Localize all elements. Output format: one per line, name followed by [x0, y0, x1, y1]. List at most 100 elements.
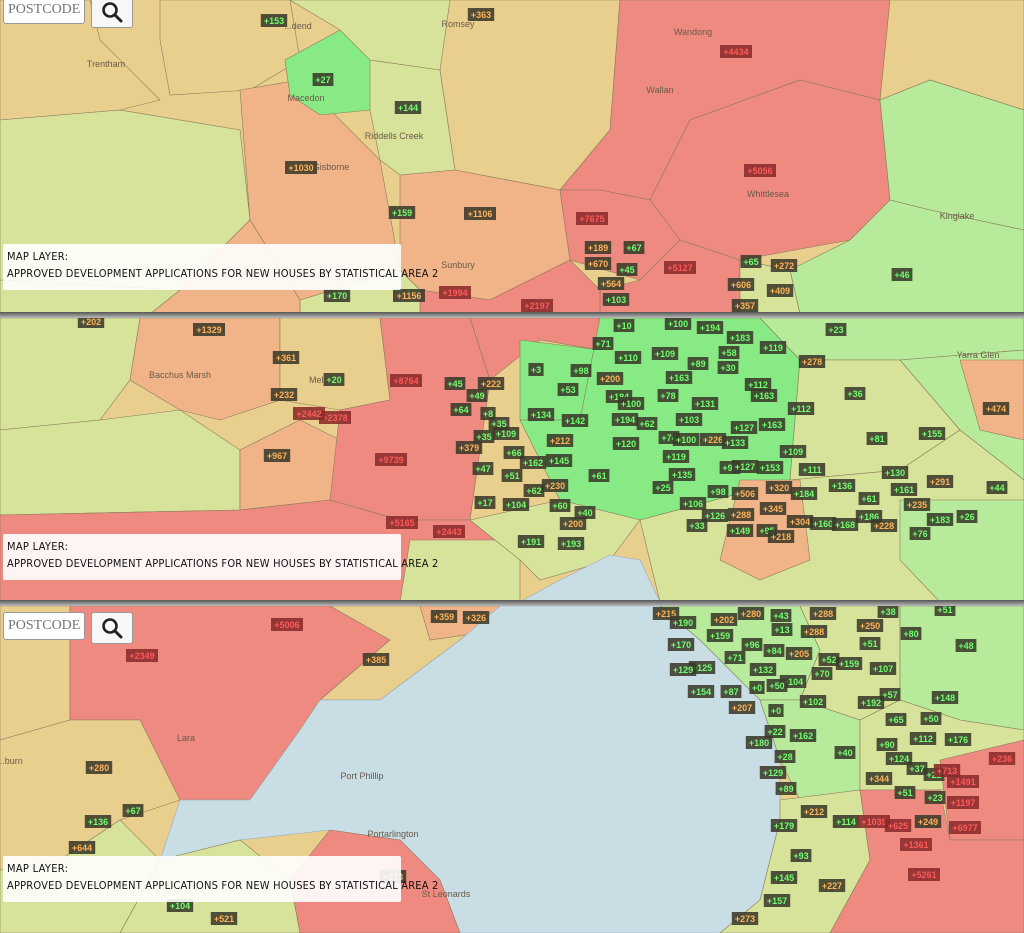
value-badge[interactable]: +1156 — [393, 289, 425, 302]
value-badge[interactable]: +163 — [750, 389, 778, 402]
value-badge[interactable]: +130 — [881, 466, 909, 479]
value-badge[interactable]: +288 — [800, 625, 828, 638]
value-badge[interactable]: +183 — [726, 331, 754, 344]
value-badge[interactable]: +5165 — [386, 516, 418, 529]
value-badge[interactable]: +33 — [686, 519, 708, 532]
value-badge[interactable]: +1994 — [439, 286, 471, 299]
value-badge[interactable]: +344 — [865, 772, 893, 785]
value-badge[interactable]: +162 — [789, 729, 817, 742]
value-badge[interactable]: +161 — [890, 483, 918, 496]
value-badge[interactable]: +45 — [444, 377, 466, 390]
value-badge[interactable]: +7675 — [576, 212, 608, 225]
value-badge[interactable]: +280 — [85, 761, 113, 774]
value-badge[interactable]: +87 — [720, 685, 742, 698]
value-badge[interactable]: +100 — [664, 318, 692, 330]
value-badge[interactable]: +119 — [759, 341, 787, 354]
value-badge[interactable]: +190 — [669, 616, 697, 629]
value-badge[interactable]: +273 — [731, 912, 759, 925]
value-badge[interactable]: +134 — [527, 408, 555, 421]
value-badge[interactable]: +1361 — [900, 838, 932, 851]
value-badge[interactable]: +131 — [691, 397, 719, 410]
value-badge[interactable]: +64 — [450, 403, 472, 416]
value-badge[interactable]: +183 — [926, 513, 954, 526]
value-badge[interactable]: +133 — [721, 436, 749, 449]
value-badge[interactable]: +670 — [584, 257, 612, 270]
value-badge[interactable]: +170 — [667, 638, 695, 651]
value-badge[interactable]: +103 — [675, 413, 703, 426]
value-badge[interactable]: +51 — [501, 469, 523, 482]
value-badge[interactable]: +10 — [613, 319, 635, 332]
value-badge[interactable]: +153 — [260, 14, 288, 27]
value-badge[interactable]: +967 — [263, 449, 291, 462]
search-button[interactable] — [91, 612, 133, 644]
value-badge[interactable]: +62 — [523, 484, 545, 497]
value-badge[interactable]: +111 — [798, 463, 826, 476]
value-badge[interactable]: +20 — [323, 373, 345, 386]
value-badge[interactable]: +1329 — [193, 323, 225, 336]
value-badge[interactable]: +109 — [492, 427, 520, 440]
value-badge[interactable]: +51 — [894, 786, 916, 799]
value-badge[interactable]: +184 — [790, 487, 818, 500]
value-badge[interactable]: +112 — [787, 402, 815, 415]
value-badge[interactable]: +98 — [707, 485, 729, 498]
value-badge[interactable]: +71 — [724, 651, 746, 664]
value-badge[interactable]: +119 — [662, 450, 690, 463]
value-badge[interactable]: +109 — [779, 445, 807, 458]
value-badge[interactable]: +28 — [774, 750, 796, 763]
value-badge[interactable]: +232 — [270, 388, 298, 401]
value-badge[interactable]: +159 — [835, 657, 863, 670]
map-band-top[interactable]: Trentham Romsey Wandong Wallan Macedon Riddel… — [0, 0, 1024, 314]
value-badge[interactable]: +103 — [602, 293, 630, 306]
value-badge[interactable]: +1030 — [285, 161, 317, 174]
value-badge[interactable]: +162 — [519, 456, 547, 469]
value-badge[interactable]: +5006 — [271, 618, 303, 631]
value-badge[interactable]: +107 — [869, 662, 897, 675]
map-band-middle[interactable]: Bacchus Marsh Yarra Glen Mel... +202 +1329 +… — [0, 318, 1024, 602]
value-badge[interactable]: +200 — [596, 372, 624, 385]
value-badge[interactable]: +212 — [800, 805, 828, 818]
value-badge[interactable]: +168 — [831, 518, 859, 531]
value-badge[interactable]: +192 — [857, 696, 885, 709]
value-badge[interactable]: +357 — [731, 299, 759, 312]
value-badge[interactable]: +106 — [679, 497, 707, 510]
value-badge[interactable]: +65 — [885, 713, 907, 726]
value-badge[interactable]: +148 — [931, 691, 959, 704]
value-badge[interactable]: +47 — [472, 462, 494, 475]
value-badge[interactable]: +9739 — [375, 453, 407, 466]
value-badge[interactable]: +23 — [825, 323, 847, 336]
value-badge[interactable]: +291 — [926, 475, 954, 488]
postcode-input[interactable] — [3, 0, 85, 24]
value-badge[interactable]: +100 — [672, 433, 700, 446]
value-badge[interactable]: +250 — [856, 619, 884, 632]
value-badge[interactable]: +200 — [559, 517, 587, 530]
value-badge[interactable]: +49 — [466, 389, 488, 402]
value-badge[interactable]: +176 — [944, 733, 972, 746]
value-badge[interactable]: +127 — [730, 421, 758, 434]
value-badge[interactable]: +81 — [866, 432, 888, 445]
value-badge[interactable]: +110 — [614, 351, 642, 364]
value-badge[interactable]: +202 — [710, 613, 738, 626]
value-badge[interactable]: +136 — [84, 815, 112, 828]
value-badge[interactable]: +361 — [272, 351, 300, 364]
value-badge[interactable]: +235 — [903, 498, 931, 511]
value-badge[interactable]: +288 — [727, 508, 755, 521]
value-badge[interactable]: +218 — [767, 530, 795, 543]
value-badge[interactable]: +0 — [749, 681, 765, 694]
value-badge[interactable]: +3 — [528, 363, 544, 376]
value-badge[interactable]: +207 — [728, 701, 756, 714]
value-badge[interactable]: +145 — [545, 454, 573, 467]
value-badge[interactable]: +249 — [914, 815, 942, 828]
value-badge[interactable]: +100 — [617, 397, 645, 410]
value-badge[interactable]: +127 — [731, 460, 759, 473]
value-badge[interactable]: +606 — [727, 278, 755, 291]
value-badge[interactable]: +272 — [770, 259, 798, 272]
value-badge[interactable]: +230 — [541, 479, 569, 492]
value-badge[interactable]: +136 — [828, 479, 856, 492]
value-badge[interactable]: +51 — [859, 637, 881, 650]
value-badge[interactable]: +228 — [870, 519, 898, 532]
value-badge[interactable]: +76 — [909, 527, 931, 540]
value-badge[interactable]: +180 — [745, 736, 773, 749]
value-badge[interactable]: +1106 — [464, 207, 496, 220]
value-badge[interactable]: +71 — [592, 337, 614, 350]
value-badge[interactable]: +135 — [668, 468, 696, 481]
